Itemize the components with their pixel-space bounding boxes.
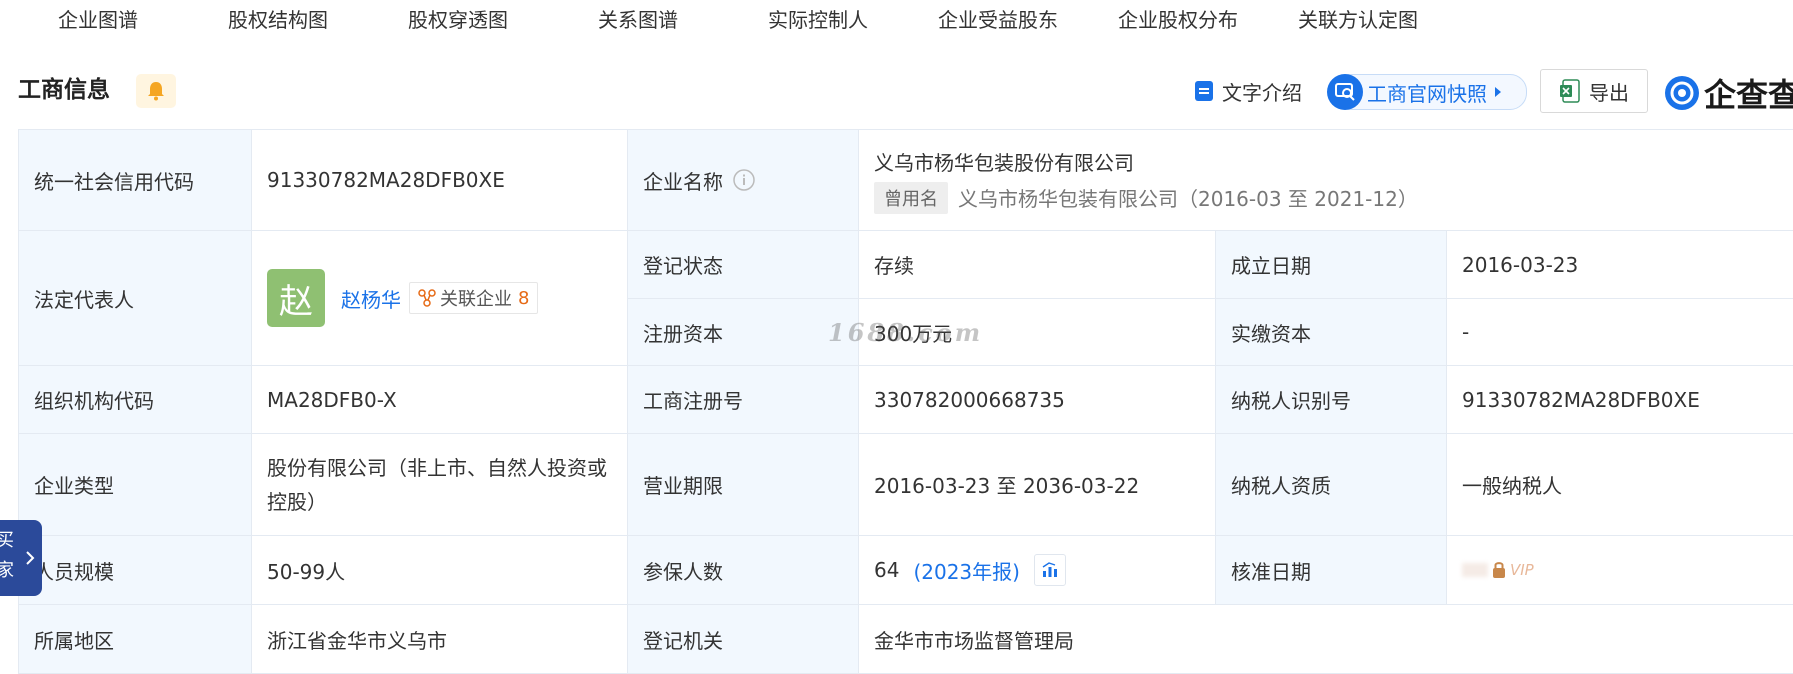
taxpayer-qual-value: 一般纳税人: [1447, 434, 1793, 536]
former-name-value: 义乌市杨华包装有限公司（2016-03 至 2021-12）: [958, 187, 1418, 211]
caret-right-icon: [1495, 87, 1501, 97]
document-icon: [1195, 81, 1213, 101]
type-label: 企业类型: [19, 434, 252, 536]
biz-reg-no-label: 工商注册号: [628, 366, 859, 434]
region-label: 所属地区: [19, 605, 252, 674]
founded-value: 2016-03-23: [1447, 231, 1793, 299]
section-title: 工商信息: [18, 77, 110, 103]
staff-label: 人员规模: [19, 536, 252, 605]
related-label: 关联企业: [440, 289, 512, 310]
reg-capital-label: 注册资本: [628, 299, 859, 366]
insured-value: 64: [874, 558, 900, 582]
related-companies-tag[interactable]: 关联企业 8: [409, 282, 539, 314]
snapshot-icon: [1327, 74, 1363, 110]
region-value: 浙江省金华市义乌市: [252, 605, 628, 674]
approve-label: 核准日期: [1216, 536, 1447, 605]
tab-related-party[interactable]: 关联方认定图: [1298, 2, 1418, 38]
tab-beneficial-owner[interactable]: 企业受益股东: [938, 2, 1058, 38]
excel-icon: [1560, 79, 1580, 103]
text-intro-button[interactable]: 文字介绍: [1194, 74, 1302, 108]
authority-label: 登记机关: [628, 605, 859, 674]
company-name-label: 企业名称: [643, 169, 723, 194]
tab-enterprise-graph[interactable]: 企业图谱: [58, 2, 138, 38]
company-name-cell: 义乌市杨华包装股份有限公司 曾用名 义乌市杨华包装有限公司（2016-03 至 …: [859, 130, 1793, 231]
authority-value: 金华市市场监督管理局: [859, 605, 1793, 674]
side-float-tab[interactable]: 买 家: [0, 520, 42, 596]
taxpayer-id-label: 纳税人识别号: [1216, 366, 1447, 434]
credit-code-value: 91330782MA28DFB0XE: [252, 130, 628, 231]
subscribe-bell-button[interactable]: [136, 74, 176, 108]
chevron-right-icon: [26, 551, 35, 565]
watermark: 1688.com: [828, 318, 984, 347]
graph-tabs: 企业图谱 股权结构图 股权穿透图 关系图谱 实际控制人 企业受益股东 企业股权分…: [0, 0, 1793, 40]
former-name-tag: 曾用名: [874, 181, 948, 214]
business-info-table: 统一社会信用代码 91330782MA28DFB0XE 企业名称 义乌市杨华包装…: [18, 129, 1793, 674]
export-button[interactable]: 导出: [1540, 69, 1648, 113]
tab-equity-distribution[interactable]: 企业股权分布: [1118, 2, 1238, 38]
type-value: 股份有限公司（非上市、自然人投资或控股）: [252, 434, 628, 536]
paid-capital-label: 实缴资本: [1216, 299, 1447, 366]
legal-rep-name-link[interactable]: 赵杨华: [341, 284, 401, 313]
brand-logo: 企查查: [1664, 70, 1793, 116]
bell-icon: [148, 82, 164, 101]
chart-icon: [1042, 562, 1057, 577]
former-name-row: 曾用名 义乌市杨华包装有限公司（2016-03 至 2021-12）: [874, 181, 1418, 214]
taxpayer-id-value: 91330782MA28DFB0XE: [1447, 366, 1793, 434]
taxpayer-qual-label: 纳税人资质: [1216, 434, 1447, 536]
approve-cell: VIP: [1447, 536, 1793, 605]
tab-equity-penetration[interactable]: 股权穿透图: [408, 2, 508, 38]
insured-report-link[interactable]: (2023年报): [913, 556, 1020, 585]
org-code-value: MA28DFB0-X: [252, 366, 628, 434]
side-float-text: 买 家: [0, 530, 14, 581]
term-value: 2016-03-23 至 2036-03-22: [859, 434, 1216, 536]
trend-chart-button[interactable]: [1033, 554, 1066, 586]
lock-icon[interactable]: [1490, 560, 1508, 580]
legal-rep-label: 法定代表人: [19, 231, 252, 366]
reg-status-label: 登记状态: [628, 231, 859, 299]
company-name-value: 义乌市杨华包装股份有限公司: [874, 150, 1134, 175]
avatar[interactable]: 赵: [267, 269, 325, 327]
legal-rep-cell: 赵 赵杨华 关联企业 8: [252, 231, 628, 366]
biz-reg-no-value: 330782000668735: [859, 366, 1216, 434]
tab-actual-controller[interactable]: 实际控制人: [768, 2, 868, 38]
official-snapshot-button[interactable]: 工商官网快照: [1327, 74, 1527, 110]
founded-label: 成立日期: [1216, 231, 1447, 299]
company-name-label-cell: 企业名称: [628, 130, 859, 231]
text-intro-label: 文字介绍: [1222, 80, 1302, 105]
tab-relation-graph[interactable]: 关系图谱: [598, 2, 678, 38]
org-code-label: 组织机构代码: [19, 366, 252, 434]
credit-code-label: 统一社会信用代码: [19, 130, 252, 231]
related-count: 8: [518, 287, 530, 309]
qcc-logo-icon: [1665, 76, 1699, 110]
info-icon[interactable]: [733, 169, 755, 191]
term-label: 营业期限: [628, 434, 859, 536]
reg-status-value: 存续: [859, 231, 1216, 299]
tab-equity-structure[interactable]: 股权结构图: [228, 2, 328, 38]
relation-icon: [418, 289, 436, 307]
insured-cell: 64 (2023年报): [859, 536, 1216, 605]
insured-label: 参保人数: [628, 536, 859, 605]
export-label: 导出: [1589, 80, 1629, 105]
vip-badge[interactable]: VIP: [1510, 561, 1534, 579]
snapshot-label: 工商官网快照: [1367, 81, 1487, 106]
paid-capital-value: -: [1447, 299, 1793, 366]
staff-value: 50-99人: [252, 536, 628, 605]
brand-text: 企查查: [1704, 76, 1793, 114]
blurred-date: [1462, 563, 1488, 577]
